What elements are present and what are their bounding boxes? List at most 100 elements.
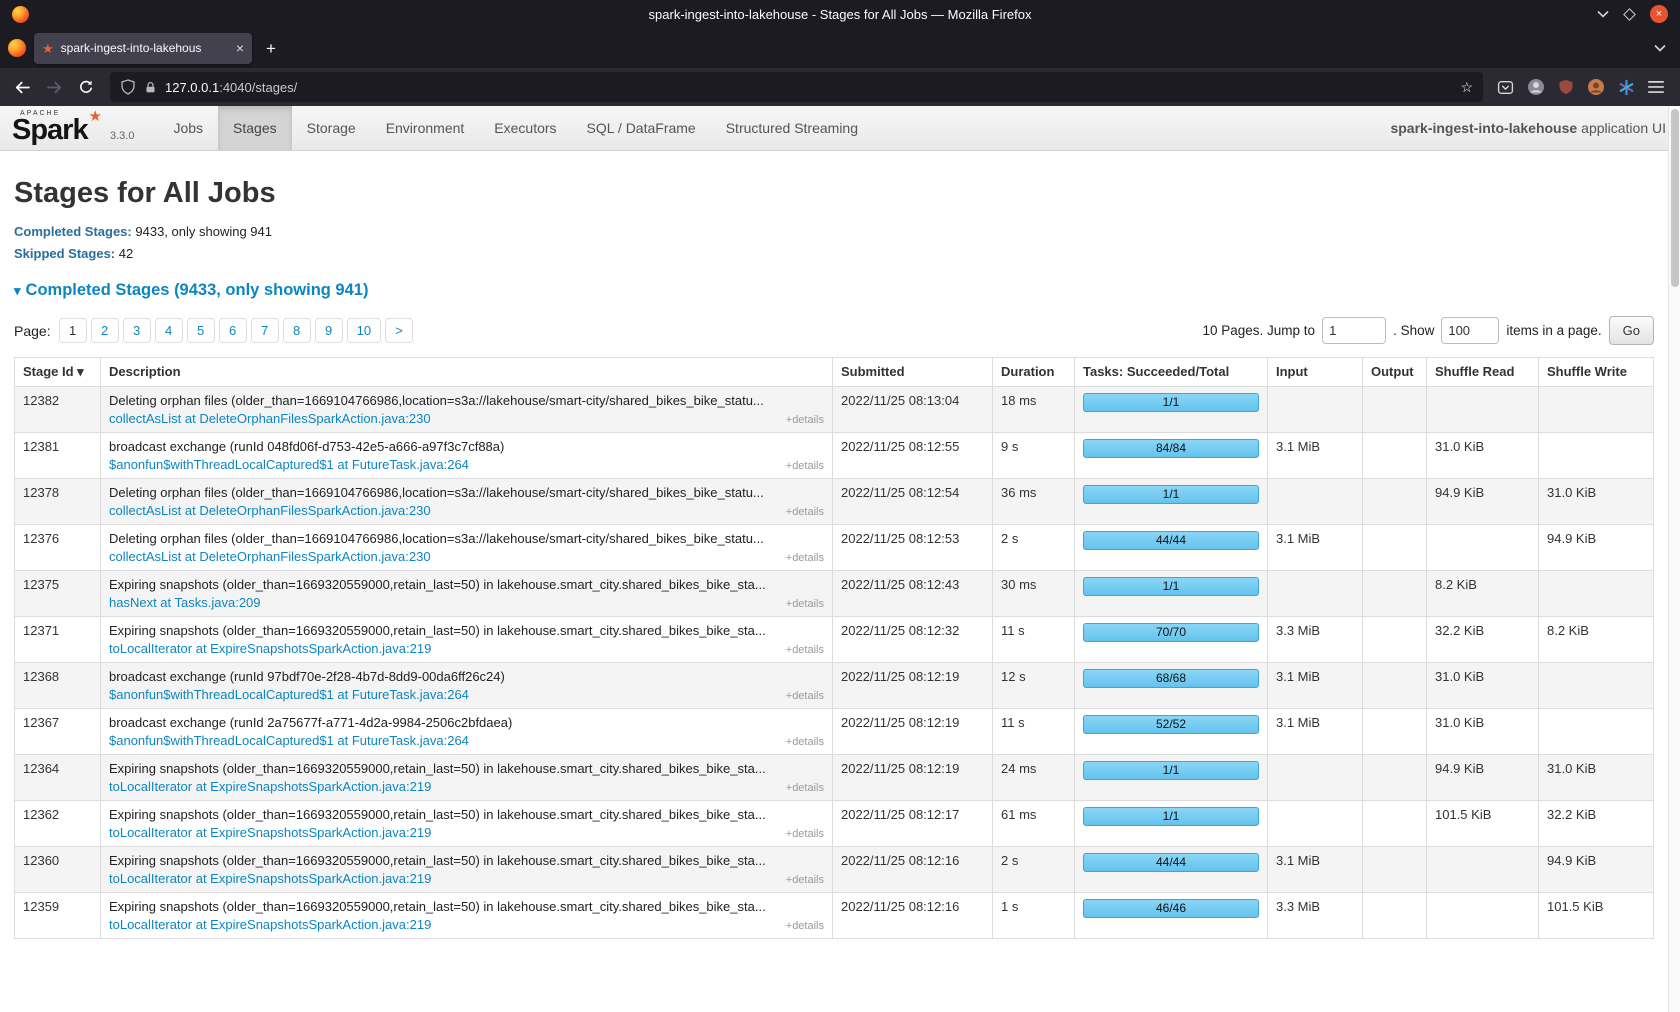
spark-nav-environment[interactable]: Environment xyxy=(371,106,480,150)
details-toggle[interactable]: +details xyxy=(786,920,824,932)
page-scrollbar[interactable] xyxy=(1668,106,1680,1012)
stage-duration-cell: 2 s xyxy=(993,525,1075,571)
tasks-progress-label: 44/44 xyxy=(1156,533,1186,547)
page-button-1[interactable]: 1 xyxy=(59,318,87,343)
stage-detail-link[interactable]: hasNext at Tasks.java:209 xyxy=(109,595,261,610)
page-button-7[interactable]: 7 xyxy=(251,318,279,343)
details-toggle[interactable]: +details xyxy=(786,460,824,472)
stage-detail-link[interactable]: toLocalIterator at ExpireSnapshotsSparkA… xyxy=(109,825,431,840)
page-button-2[interactable]: 2 xyxy=(91,318,119,343)
stage-detail-link[interactable]: collectAsList at DeleteOrphanFilesSparkA… xyxy=(109,411,431,426)
spark-logo[interactable]: APACHE Spark ★ 3.3.0 xyxy=(0,106,144,150)
details-toggle[interactable]: +details xyxy=(786,828,824,840)
extension-pinwheel-icon[interactable] xyxy=(1618,79,1635,96)
page-button-5[interactable]: 5 xyxy=(187,318,215,343)
window-maximize-button[interactable] xyxy=(1623,8,1636,21)
column-header-8[interactable]: Shuffle Write xyxy=(1539,358,1654,387)
column-header-2[interactable]: Submitted xyxy=(833,358,993,387)
menu-icon[interactable] xyxy=(1648,80,1664,94)
stage-description-cell: Expiring snapshots (older_than=166932055… xyxy=(101,755,833,801)
forward-button[interactable] xyxy=(40,73,68,101)
spark-nav-stages[interactable]: Stages xyxy=(218,106,292,150)
firefox-view-button[interactable] xyxy=(8,39,26,57)
spark-nav-storage[interactable]: Storage xyxy=(292,106,371,150)
column-header-0[interactable]: Stage Id ▾ xyxy=(15,358,101,387)
details-toggle[interactable]: +details xyxy=(786,552,824,564)
table-row: 12367broadcast exchange (runId 2a75677f-… xyxy=(15,709,1654,755)
details-toggle[interactable]: +details xyxy=(786,506,824,518)
page-button-6[interactable]: 6 xyxy=(219,318,247,343)
tab-list-chevron-icon[interactable] xyxy=(1648,44,1672,52)
details-toggle[interactable]: +details xyxy=(786,874,824,886)
column-header-6[interactable]: Output xyxy=(1363,358,1427,387)
window-minimize-button[interactable] xyxy=(1597,10,1609,18)
stage-detail-link[interactable]: $anonfun$withThreadLocalCaptured$1 at Fu… xyxy=(109,733,469,748)
tab-close-icon[interactable]: × xyxy=(236,41,244,55)
jump-to-page-input[interactable] xyxy=(1322,317,1386,344)
stage-shuffle-read-cell: 101.5 KiB xyxy=(1427,801,1539,847)
spark-nav-executors[interactable]: Executors xyxy=(479,106,571,150)
stage-detail-link[interactable]: toLocalIterator at ExpireSnapshotsSparkA… xyxy=(109,917,431,932)
stage-detail-link[interactable]: toLocalIterator at ExpireSnapshotsSparkA… xyxy=(109,779,431,794)
spark-nav-structured-streaming[interactable]: Structured Streaming xyxy=(711,106,873,150)
page-button-3[interactable]: 3 xyxy=(123,318,151,343)
site-security-lock-icon[interactable] xyxy=(144,81,157,94)
details-toggle[interactable]: +details xyxy=(786,414,824,426)
go-button[interactable]: Go xyxy=(1609,316,1654,345)
details-toggle[interactable]: +details xyxy=(786,782,824,794)
ublock-shield-icon[interactable] xyxy=(1558,79,1574,95)
stage-shuffle-write-cell: 94.9 KiB xyxy=(1539,525,1654,571)
browser-tab[interactable]: ★ spark-ingest-into-lakehous × xyxy=(34,33,252,64)
collapse-arrow-icon: ▾ xyxy=(14,283,21,299)
back-button[interactable] xyxy=(8,73,36,101)
items-per-page-input[interactable] xyxy=(1441,317,1499,344)
completed-stages-label[interactable]: Completed Stages: xyxy=(14,224,132,239)
page-title: Stages for All Jobs xyxy=(14,177,1654,210)
table-row: 12376Deleting orphan files (older_than=1… xyxy=(15,525,1654,571)
scrollbar-thumb[interactable] xyxy=(1671,109,1679,287)
stage-submitted-cell: 2022/11/25 08:12:17 xyxy=(833,801,993,847)
page-button-4[interactable]: 4 xyxy=(155,318,183,343)
table-row: 12364Expiring snapshots (older_than=1669… xyxy=(15,755,1654,801)
spark-nav-sql-dataframe[interactable]: SQL / DataFrame xyxy=(572,106,711,150)
page-button-8[interactable]: 8 xyxy=(283,318,311,343)
stage-shuffle-read-cell: 31.0 KiB xyxy=(1427,433,1539,479)
profile-avatar-icon[interactable] xyxy=(1587,78,1605,96)
column-header-7[interactable]: Shuffle Read xyxy=(1427,358,1539,387)
column-header-3[interactable]: Duration xyxy=(993,358,1075,387)
spark-nav-jobs[interactable]: Jobs xyxy=(158,106,218,150)
details-toggle[interactable]: +details xyxy=(786,598,824,610)
column-header-1[interactable]: Description xyxy=(101,358,833,387)
new-tab-button[interactable]: + xyxy=(260,40,282,57)
stage-description-cell: Deleting orphan files (older_than=166910… xyxy=(101,387,833,433)
stage-detail-link[interactable]: toLocalIterator at ExpireSnapshotsSparkA… xyxy=(109,871,431,886)
stage-description-text: broadcast exchange (runId 97bdf70e-2f28-… xyxy=(109,669,824,684)
stage-detail-link[interactable]: collectAsList at DeleteOrphanFilesSparkA… xyxy=(109,503,431,518)
tracking-shield-icon[interactable] xyxy=(120,79,136,95)
stage-detail-link[interactable]: toLocalIterator at ExpireSnapshotsSparkA… xyxy=(109,641,431,656)
page-button-9[interactable]: 9 xyxy=(315,318,343,343)
page-next-button[interactable]: > xyxy=(385,318,413,343)
stage-detail-link[interactable]: collectAsList at DeleteOrphanFilesSparkA… xyxy=(109,549,431,564)
window-close-button[interactable]: × xyxy=(1650,5,1668,23)
reload-button[interactable] xyxy=(72,73,100,101)
column-header-5[interactable]: Input xyxy=(1268,358,1363,387)
url-bar[interactable]: 127.0.0.1:4040/stages/ ☆ xyxy=(110,72,1483,102)
stage-detail-link[interactable]: $anonfun$withThreadLocalCaptured$1 at Fu… xyxy=(109,457,469,472)
page-button-10[interactable]: 10 xyxy=(347,318,381,343)
stage-output-cell xyxy=(1363,433,1427,479)
skipped-stages-label[interactable]: Skipped Stages: xyxy=(14,246,115,261)
bookmark-star-icon[interactable]: ☆ xyxy=(1460,79,1473,96)
stage-description-text: Expiring snapshots (older_than=166932055… xyxy=(109,761,824,776)
details-toggle[interactable]: +details xyxy=(786,644,824,656)
stage-detail-link[interactable]: $anonfun$withThreadLocalCaptured$1 at Fu… xyxy=(109,687,469,702)
details-toggle[interactable]: +details xyxy=(786,736,824,748)
column-header-4[interactable]: Tasks: Succeeded/Total xyxy=(1075,358,1268,387)
pocket-icon[interactable] xyxy=(1497,79,1514,96)
completed-stages-toggle[interactable]: ▾ Completed Stages (9433, only showing 9… xyxy=(14,281,1654,300)
tasks-progress-bar: 1/1 xyxy=(1083,393,1259,412)
details-toggle[interactable]: +details xyxy=(786,690,824,702)
stage-description-text: broadcast exchange (runId 048fd06f-d753-… xyxy=(109,439,824,454)
account-icon[interactable] xyxy=(1527,78,1545,96)
stage-description-subline: collectAsList at DeleteOrphanFilesSparkA… xyxy=(109,549,824,564)
